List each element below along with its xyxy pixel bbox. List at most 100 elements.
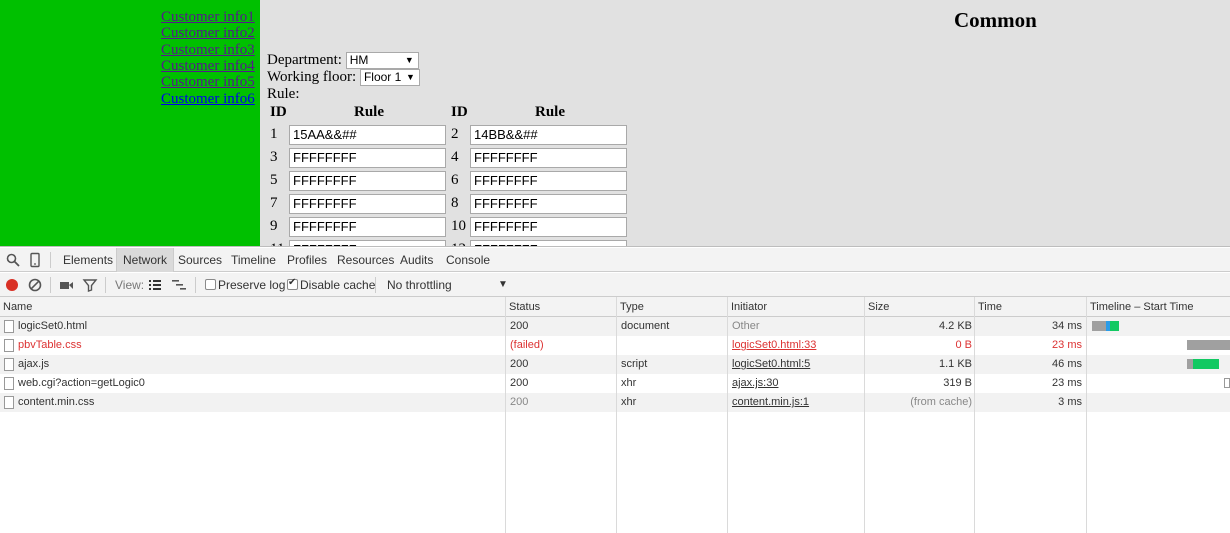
rule-id: 1 [270, 126, 278, 142]
inspect-search-icon[interactable] [5, 252, 21, 268]
request-status: 200 [510, 320, 529, 332]
column-header[interactable]: Type [617, 297, 644, 317]
rule-input[interactable]: 14BB&&## [470, 125, 627, 145]
rule-input[interactable]: FFFFFFFF [289, 240, 446, 246]
tab-audits[interactable]: Audits [394, 248, 439, 272]
tab-resources[interactable]: Resources [331, 248, 400, 272]
column-divider[interactable] [864, 297, 865, 533]
rule-input[interactable]: FFFFFFFF [289, 148, 446, 168]
nav-link-customer-info5[interactable]: Customer info5 [161, 74, 255, 90]
rule-input[interactable]: FFFFFFFF [470, 240, 627, 246]
filter-icon[interactable] [82, 277, 98, 293]
nav-link-customer-info3[interactable]: Customer info3 [161, 42, 255, 58]
tab-network[interactable]: Network [116, 248, 175, 272]
timeline-bar [1187, 340, 1230, 350]
network-request-row[interactable]: ajax.js 200 script logicSet0.html:5 1.1 KB 46… [0, 355, 1230, 374]
request-status: 200 [510, 396, 529, 408]
nav-link-customer-info4[interactable]: Customer info4 [161, 58, 255, 74]
column-header[interactable]: Initiator [728, 297, 767, 317]
rule-id: 6 [451, 172, 459, 188]
request-time: 23 ms [1052, 377, 1082, 389]
disable-cache-checkbox[interactable] [287, 277, 298, 290]
column-header[interactable]: Time [975, 297, 1002, 317]
timeline-bar [1193, 359, 1219, 369]
device-mode-icon[interactable] [27, 252, 43, 268]
divider [105, 277, 106, 293]
rule-input[interactable]: FFFFFFFF [289, 217, 446, 237]
nav-link-customer-info1[interactable]: Customer info1 [161, 9, 255, 25]
request-name: pbvTable.css [18, 339, 82, 351]
floor-label: Working floor: [267, 69, 357, 85]
column-divider[interactable] [974, 297, 975, 533]
record-icon[interactable] [4, 277, 20, 293]
rule-input[interactable]: FFFFFFFF [289, 194, 446, 214]
request-type: xhr [621, 377, 637, 389]
throttling-select[interactable]: No throttling [387, 273, 452, 297]
tab-elements[interactable]: Elements [57, 248, 119, 272]
request-size: (from cache) [910, 396, 972, 408]
column-divider[interactable] [727, 297, 728, 533]
request-time: 23 ms [1052, 339, 1082, 351]
divider [195, 277, 196, 293]
request-initiator[interactable]: logicSet0.html:5 [732, 355, 862, 374]
request-name: web.cgi?action=getLogic0 [18, 377, 145, 389]
request-status: 200 [510, 377, 529, 389]
request-name: logicSet0.html [18, 320, 88, 332]
rule-input[interactable]: FFFFFFFF [470, 171, 627, 191]
rule-id: 10 [451, 218, 466, 234]
tab-profiles[interactable]: Profiles [281, 248, 333, 272]
rules-header-id: ID [451, 104, 468, 120]
page-viewport: Customer info1 Customer info2 Customer i… [0, 0, 1230, 247]
timeline-bar [1224, 378, 1230, 388]
rule-input[interactable]: FFFFFFFF [289, 171, 446, 191]
rules-header-rule: Rule [535, 104, 565, 120]
column-header[interactable]: Status [506, 297, 540, 317]
network-request-row[interactable]: logicSet0.html 200 document Other 4.2 KB 34 m… [0, 317, 1230, 336]
network-request-row[interactable]: web.cgi?action=getLogic0 200 xhr ajax.js:30… [0, 374, 1230, 393]
rules-header-rule: Rule [354, 104, 384, 120]
rule-input[interactable]: 15AA&&## [289, 125, 446, 145]
divider [375, 277, 376, 293]
tab-console[interactable]: Console [440, 248, 496, 272]
request-time: 46 ms [1052, 358, 1082, 370]
rule-input[interactable]: FFFFFFFF [470, 194, 627, 214]
dropdown-arrow-icon: ▼ [404, 55, 414, 66]
clear-icon[interactable] [27, 277, 43, 293]
devtools-panel: Elements Network Sources Timeline Profiles Re… [0, 248, 1230, 533]
request-initiator[interactable]: logicSet0.html:33 [732, 336, 862, 355]
rule-id: 8 [451, 195, 459, 211]
capture-screenshots-icon[interactable] [58, 277, 74, 293]
column-header[interactable]: Size [865, 297, 889, 317]
nav-link-customer-info2[interactable]: Customer info2 [161, 25, 255, 41]
request-size: 4.2 KB [938, 320, 972, 332]
rule-input[interactable]: FFFFFFFF [470, 148, 627, 168]
overview-icon[interactable] [171, 277, 187, 293]
nav-link-customer-info6[interactable]: Customer info6 [161, 91, 255, 107]
department-select[interactable]: HM ▼ [345, 52, 419, 70]
rule-id: 2 [451, 126, 459, 142]
column-divider[interactable] [616, 297, 617, 533]
floor-select[interactable]: Floor 1 ▼ [359, 69, 420, 87]
request-type: script [621, 358, 648, 370]
devtools-tabbar: Elements Network Sources Timeline Profiles Re… [0, 248, 1230, 272]
timeline-bar [1092, 321, 1106, 331]
column-header[interactable]: Timeline – Start Time [1087, 297, 1194, 317]
column-divider[interactable] [1086, 297, 1087, 533]
request-initiator[interactable]: content.min.js:1 [732, 393, 862, 412]
request-initiator[interactable]: ajax.js:30 [732, 374, 862, 393]
column-header[interactable]: Name [0, 297, 32, 317]
network-request-row[interactable]: pbvTable.css (failed) logicSet0.html:33 0 B… [0, 336, 1230, 355]
rule-input[interactable]: FFFFFFFF [470, 217, 627, 237]
column-divider[interactable] [505, 297, 506, 533]
large-rows-icon[interactable] [147, 277, 163, 293]
floor-row: Working floor: Floor 1 ▼ [267, 69, 420, 87]
chevron-down-icon[interactable]: ▼ [498, 273, 508, 297]
request-time: 34 ms [1052, 320, 1082, 332]
tab-sources[interactable]: Sources [172, 248, 228, 272]
preserve-log-checkbox[interactable] [205, 279, 216, 290]
network-request-row[interactable]: content.min.css 200 xhr content.min.js:1 (fr… [0, 393, 1230, 412]
network-toolbar: View: Preserve log Disable cache No thro… [0, 273, 1230, 297]
request-time: 3 ms [1058, 396, 1082, 408]
tab-timeline[interactable]: Timeline [225, 248, 282, 272]
request-size: 1.1 KB [938, 358, 972, 370]
